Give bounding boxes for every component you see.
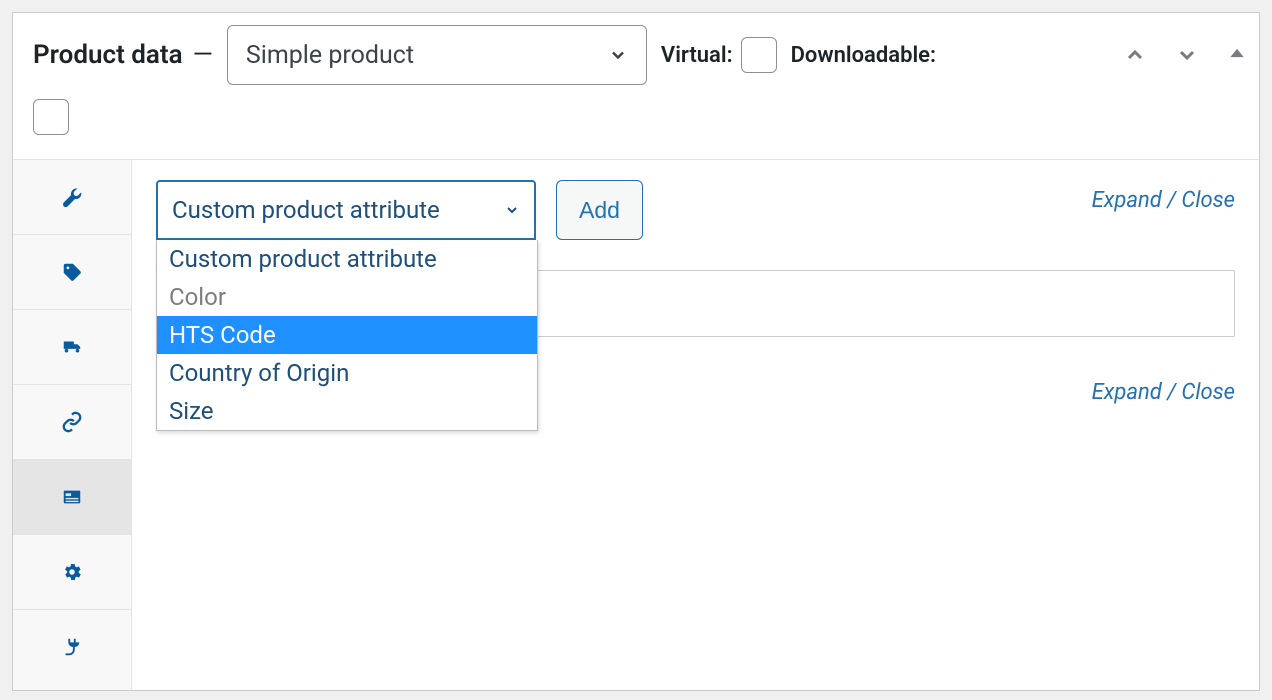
dash: —	[193, 40, 213, 70]
virtual-option: Virtual:	[661, 37, 777, 73]
virtual-checkbox[interactable]	[741, 37, 777, 73]
dropdown-option[interactable]: Country of Origin	[157, 354, 537, 392]
product-type-select[interactable]: Simple product	[227, 25, 647, 85]
add-button[interactable]: Add	[556, 180, 643, 240]
tab-inventory[interactable]	[13, 235, 131, 310]
dropdown-option: Color	[157, 278, 537, 316]
dropdown-option[interactable]: Size	[157, 392, 537, 430]
attribute-select[interactable]: Custom product attribute Custom product …	[156, 180, 536, 240]
dropdown-option[interactable]: HTS Code	[157, 316, 537, 354]
chevron-down-icon	[504, 202, 520, 218]
downloadable-checkbox[interactable]	[33, 99, 69, 135]
tab-general[interactable]	[13, 160, 131, 235]
panel-body: Custom product attribute Custom product …	[13, 160, 1259, 690]
wrench-icon	[61, 186, 83, 208]
expand-close-top[interactable]: Expand / Close	[1092, 188, 1235, 213]
tab-shipping[interactable]	[13, 310, 131, 385]
attribute-select-value: Custom product attribute	[172, 196, 440, 224]
chevron-down-icon	[608, 45, 628, 65]
title-text: Product data	[33, 40, 183, 70]
tabs-sidebar	[13, 160, 132, 690]
plug-icon	[61, 636, 83, 658]
panel-header: Product data — Simple product Virtual: D…	[13, 13, 1259, 160]
gear-icon	[61, 561, 83, 583]
link-icon	[61, 411, 83, 433]
truck-icon	[61, 336, 83, 358]
header-second-row	[33, 99, 1239, 139]
attribute-add-row: Custom product attribute Custom product …	[156, 180, 1235, 240]
tab-attributes[interactable]	[13, 460, 131, 535]
downloadable-option: Downloadable:	[791, 43, 936, 68]
chevron-down-icon[interactable]	[1175, 43, 1199, 67]
panel-header-actions	[1123, 43, 1247, 67]
card-icon	[61, 486, 83, 508]
tab-linked-products[interactable]	[13, 385, 131, 460]
product-type-value: Simple product	[246, 41, 414, 70]
panel-title: Product data —	[33, 40, 213, 70]
tab-advanced[interactable]	[13, 535, 131, 610]
expand-close-bottom[interactable]: Expand / Close	[1092, 380, 1235, 405]
tag-icon	[61, 261, 83, 283]
virtual-label: Virtual:	[661, 43, 733, 68]
chevron-up-icon[interactable]	[1123, 43, 1147, 67]
downloadable-label: Downloadable:	[791, 43, 936, 68]
attribute-dropdown: Custom product attribute Color HTS Code …	[156, 240, 538, 431]
product-data-panel: Product data — Simple product Virtual: D…	[12, 12, 1260, 691]
triangle-up-icon[interactable]	[1227, 43, 1247, 63]
dropdown-option[interactable]: Custom product attribute	[157, 240, 537, 278]
tab-plugin[interactable]	[13, 610, 131, 684]
attributes-content: Custom product attribute Custom product …	[132, 160, 1259, 690]
